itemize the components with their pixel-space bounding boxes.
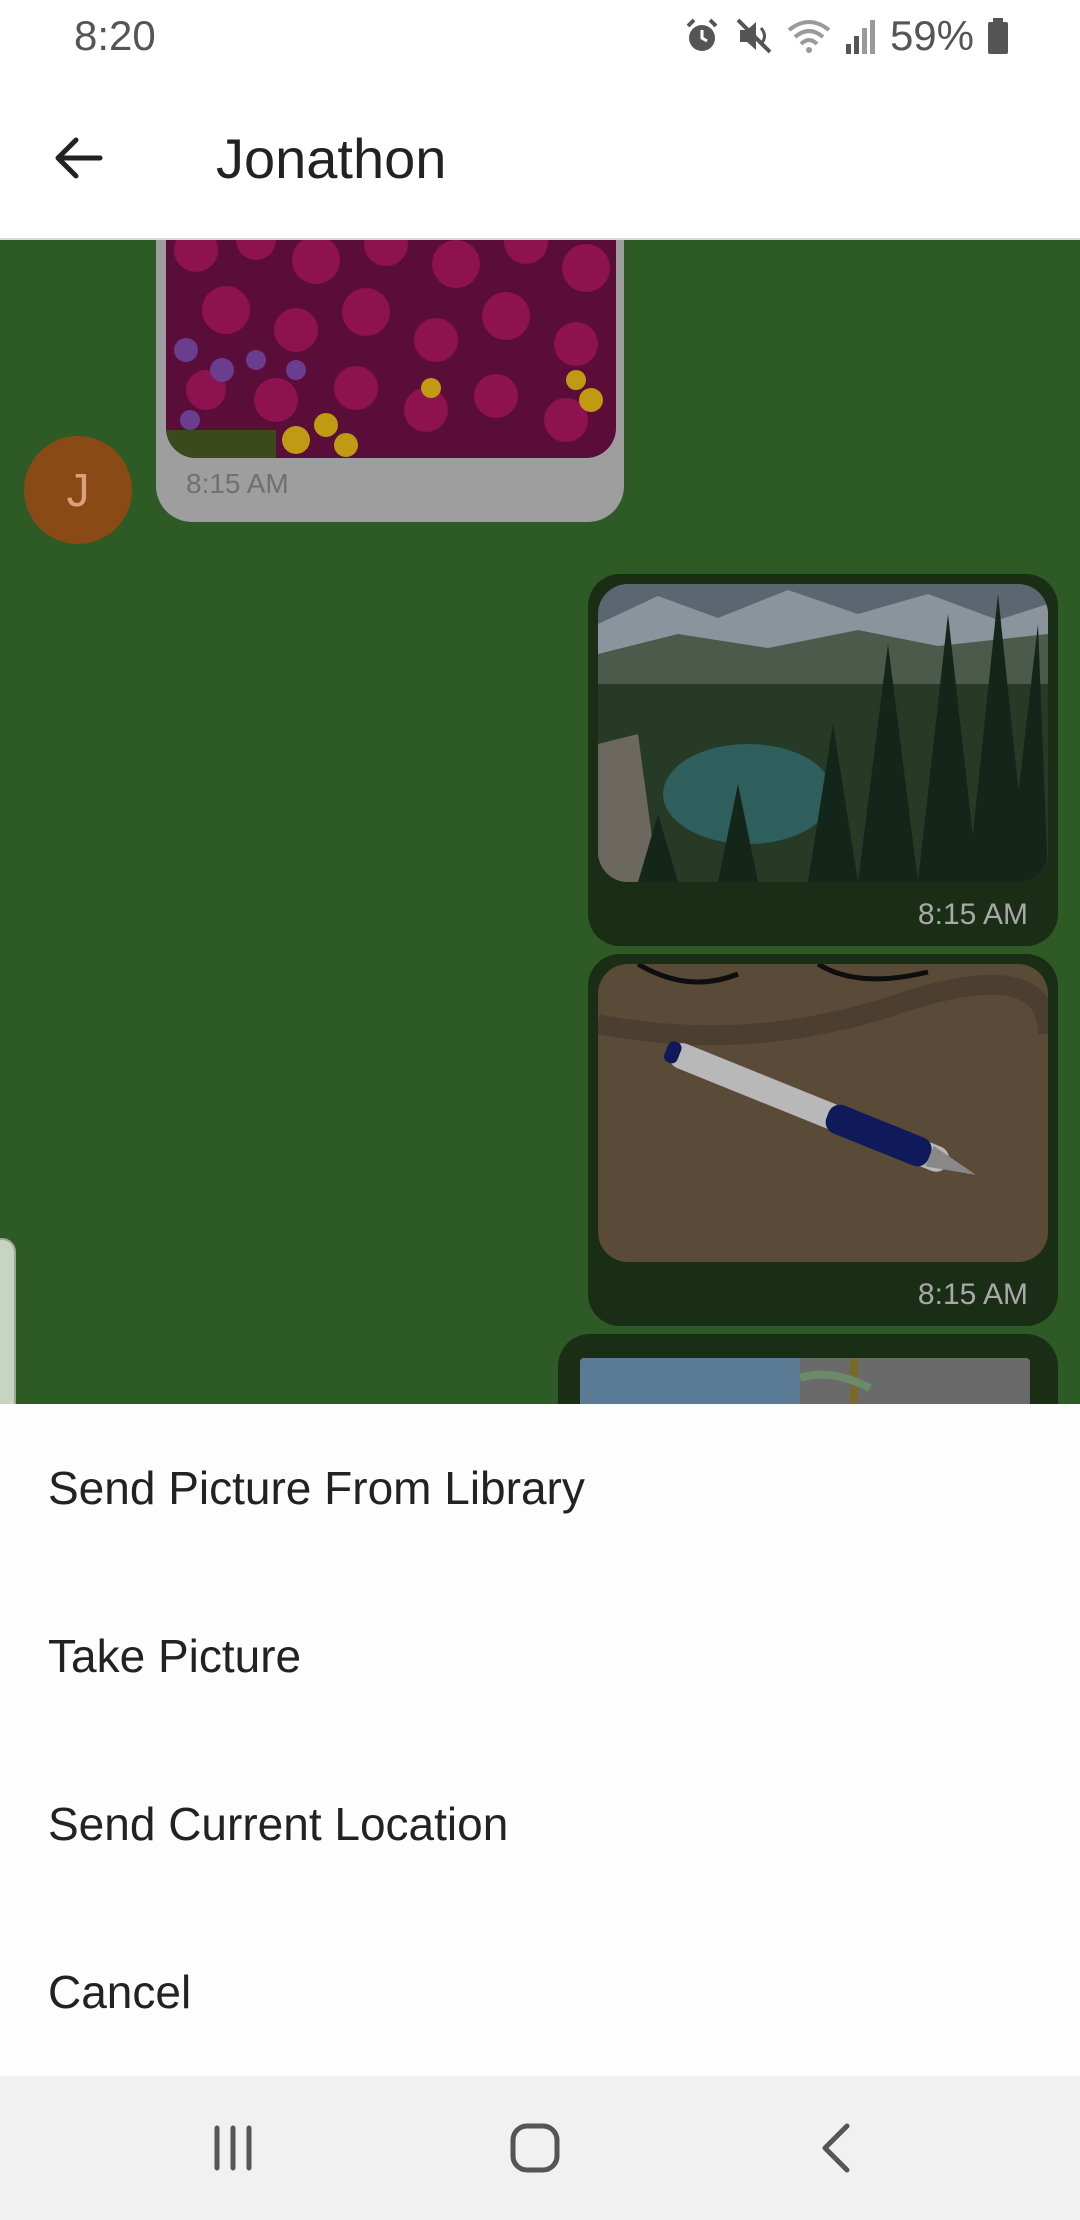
outgoing-message[interactable]: 8:15 AM (588, 954, 1058, 1326)
back-button[interactable] (40, 120, 116, 196)
flowers-photo[interactable] (166, 240, 616, 458)
message-time: 8:15 AM (186, 468, 289, 499)
recent-apps-button[interactable] (188, 2110, 278, 2186)
outgoing-message[interactable] (558, 1334, 1058, 1404)
message-time: 8:15 AM (917, 1278, 1028, 1311)
cancel-button[interactable]: Cancel (0, 1908, 1080, 2076)
attachment-action-sheet: Send Picture From Library Take Picture S… (0, 1404, 1080, 2076)
recent-apps-icon (214, 2125, 252, 2171)
conversation-title: Jonathon (216, 127, 447, 190)
send-picture-from-library-button[interactable]: Send Picture From Library (0, 1404, 1080, 1572)
arrow-left-icon (55, 137, 103, 179)
nav-back-button[interactable] (792, 2110, 882, 2186)
conversation-view[interactable]: 8:15 AM J 8:15 AM 8:15 AM (0, 240, 1080, 1404)
mute-icon (736, 18, 772, 54)
back-icon (822, 2123, 850, 2173)
message-time: 8:15 AM (917, 898, 1028, 931)
status-time: 8:20 (74, 12, 156, 59)
avatar[interactable]: J (24, 436, 132, 544)
status-icons: 59% (682, 12, 1010, 59)
home-icon (510, 2123, 560, 2173)
take-picture-button[interactable]: Take Picture (0, 1572, 1080, 1740)
incoming-message[interactable]: 8:15 AM (156, 240, 624, 522)
location-map[interactable] (580, 1358, 1030, 1404)
outgoing-message[interactable]: 8:15 AM (588, 574, 1058, 946)
battery-percentage: 59% (889, 12, 974, 59)
pen-photo[interactable] (598, 964, 1048, 1262)
system-nav-bar (0, 2076, 1080, 2220)
send-current-location-button[interactable]: Send Current Location (0, 1740, 1080, 1908)
alarm-icon (686, 18, 718, 51)
mountain-lake-photo[interactable] (598, 584, 1048, 882)
signal-icon (845, 20, 875, 54)
wifi-icon (787, 20, 831, 53)
battery-icon (988, 18, 1008, 54)
app-bar: Jonathon (0, 72, 1080, 240)
status-bar: 8:20 59% (0, 0, 1080, 72)
home-button[interactable] (490, 2110, 580, 2186)
edge-panel-handle[interactable] (0, 1238, 16, 1404)
